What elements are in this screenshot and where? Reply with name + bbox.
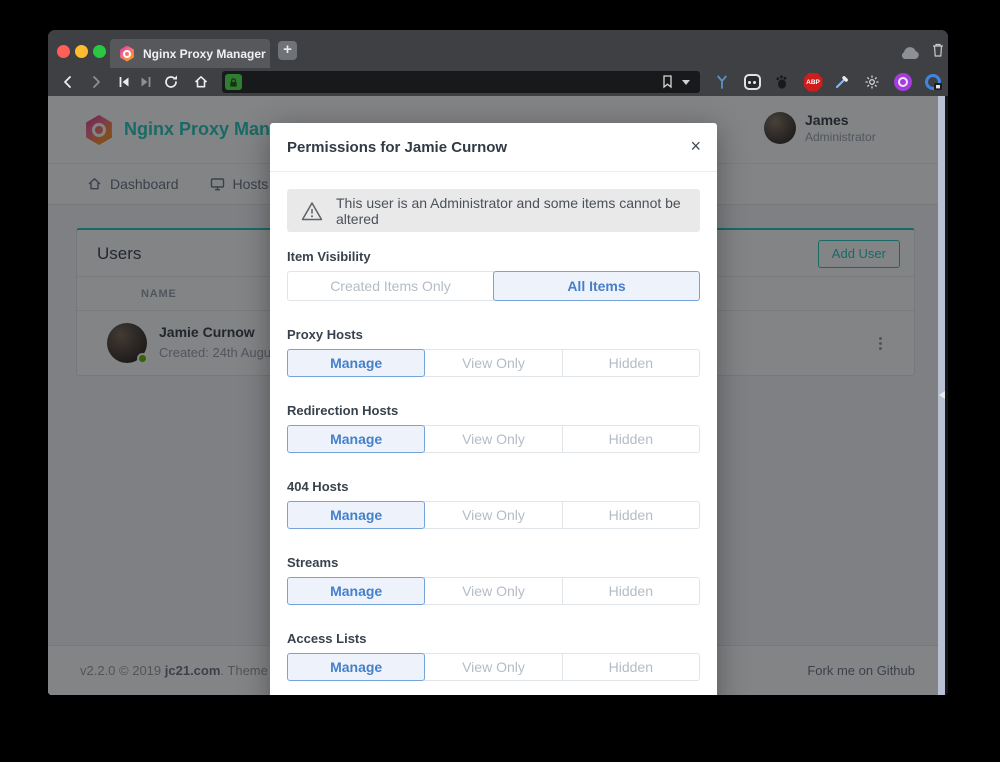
section-label-404-hosts: 404 Hosts: [287, 479, 700, 494]
streams-view-only[interactable]: View Only: [424, 577, 562, 605]
ext-gnome-foot-icon[interactable]: [771, 71, 793, 93]
tab-favicon-icon: [119, 46, 135, 62]
redirection-hosts-hidden[interactable]: Hidden: [562, 425, 700, 453]
warning-icon: [301, 201, 323, 221]
404-hosts-manage[interactable]: Manage: [287, 501, 425, 529]
ext-purple-app-icon[interactable]: [892, 71, 914, 93]
ext-privacy-lock-icon[interactable]: [922, 71, 944, 93]
browser-tab-bar: Nginx Proxy Manager +: [48, 30, 948, 68]
item-visibility-group: Created Items Only All Items: [287, 271, 700, 301]
site-security-lock-icon[interactable]: [225, 74, 242, 90]
streams-hidden[interactable]: Hidden: [562, 577, 700, 605]
back-button[interactable]: [58, 72, 78, 92]
404-hosts-group: Manage View Only Hidden: [287, 501, 700, 529]
tab-title: Nginx Proxy Manager: [143, 47, 266, 61]
ext-adblock-icon[interactable]: ABP: [802, 71, 824, 93]
permissions-modal: Permissions for Jamie Curnow × This user…: [270, 123, 717, 695]
section-label-access-lists: Access Lists: [287, 631, 700, 646]
modal-title: Permissions for Jamie Curnow: [287, 123, 507, 172]
section-label-item-visibility: Item Visibility: [287, 249, 700, 264]
browser-tab[interactable]: Nginx Proxy Manager: [110, 39, 270, 68]
access-lists-hidden[interactable]: Hidden: [562, 653, 700, 681]
rewind-button[interactable]: [114, 72, 134, 92]
new-tab-button[interactable]: +: [278, 41, 297, 60]
section-label-redirection-hosts: Redirection Hosts: [287, 403, 700, 418]
redirection-hosts-view-only[interactable]: View Only: [424, 425, 562, 453]
fast-forward-button[interactable]: [136, 72, 156, 92]
address-bar[interactable]: [222, 71, 700, 93]
ext-container-icon[interactable]: [741, 71, 763, 93]
proxy-hosts-hidden[interactable]: Hidden: [562, 349, 700, 377]
redirection-hosts-group: Manage View Only Hidden: [287, 425, 700, 453]
ext-gear-icon[interactable]: [861, 71, 883, 93]
alert-text: This user is an Administrator and some i…: [336, 195, 700, 227]
modal-body: This user is an Administrator and some i…: [270, 189, 717, 681]
modal-header: Permissions for Jamie Curnow ×: [270, 123, 717, 172]
window-edge: [945, 96, 948, 695]
section-label-streams: Streams: [287, 555, 700, 570]
reload-button[interactable]: [161, 72, 181, 92]
screen-background: Nginx Proxy Manager +: [0, 0, 1000, 762]
proxy-hosts-group: Manage View Only Hidden: [287, 349, 700, 377]
proxy-hosts-manage[interactable]: Manage: [287, 349, 425, 377]
option-all-items[interactable]: All Items: [493, 271, 700, 301]
window-minimize-button[interactable]: [75, 45, 88, 58]
window-zoom-button[interactable]: [93, 45, 106, 58]
sync-cloud-icon[interactable]: [899, 46, 921, 60]
panel-toggle-arrow-icon[interactable]: [939, 391, 945, 399]
access-lists-view-only[interactable]: View Only: [424, 653, 562, 681]
bookmark-dropdown-icon[interactable]: [682, 80, 690, 85]
ext-fork-icon[interactable]: [711, 71, 733, 93]
404-hosts-view-only[interactable]: View Only: [424, 501, 562, 529]
modal-close-button[interactable]: ×: [690, 123, 701, 170]
section-label-proxy-hosts: Proxy Hosts: [287, 327, 700, 342]
trash-icon[interactable]: [931, 42, 945, 58]
404-hosts-hidden[interactable]: Hidden: [562, 501, 700, 529]
browser-window: Nginx Proxy Manager +: [48, 30, 948, 695]
ext-colorpicker-icon[interactable]: [831, 71, 853, 93]
bookmark-icon[interactable]: [661, 74, 674, 89]
streams-group: Manage View Only Hidden: [287, 577, 700, 605]
option-created-items-only[interactable]: Created Items Only: [287, 271, 494, 301]
access-lists-manage[interactable]: Manage: [287, 653, 425, 681]
admin-warning-alert: This user is an Administrator and some i…: [287, 189, 700, 232]
redirection-hosts-manage[interactable]: Manage: [287, 425, 425, 453]
window-close-button[interactable]: [57, 45, 70, 58]
access-lists-group: Manage View Only Hidden: [287, 653, 700, 681]
proxy-hosts-view-only[interactable]: View Only: [424, 349, 562, 377]
streams-manage[interactable]: Manage: [287, 577, 425, 605]
home-button[interactable]: [191, 72, 211, 92]
forward-button[interactable]: [86, 72, 106, 92]
